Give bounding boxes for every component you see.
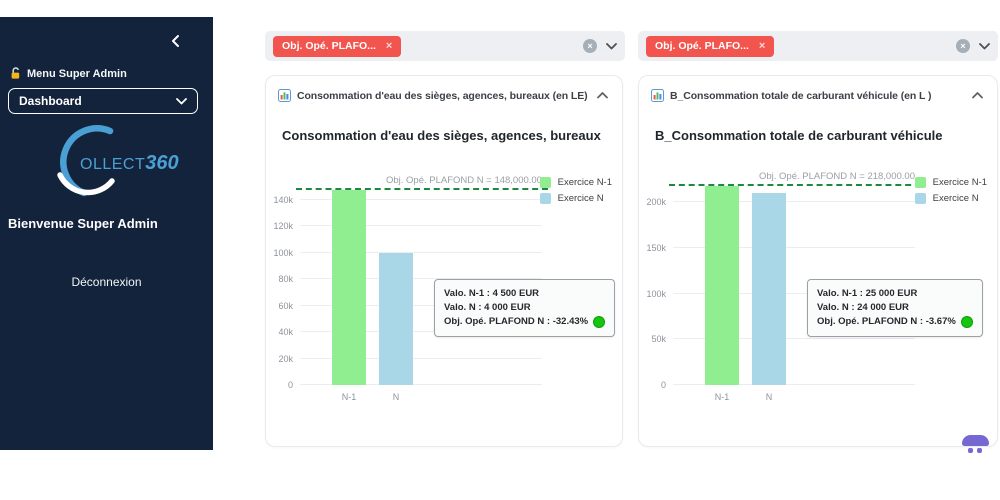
tooltip-line: Valo. N : 4 000 EUR [444,301,605,315]
remove-tag-icon[interactable]: × [386,40,392,52]
collapse-panel-icon[interactable] [597,92,608,99]
legend-item: Exercice N [915,193,987,204]
bar-chart: 0 50k 100k 150k 200k N-1 N Obj. Opé. PLAFOND N … [639,161,997,446]
y-axis-tick-label: 50k [651,334,666,344]
app-window: Menu Super Admin Dashboard OLLECT360 Bie… [0,0,1000,500]
clear-filter-icon[interactable]: × [956,39,970,53]
y-axis-tick-label: 150k [646,243,666,253]
collect360-logo: OLLECT360 [28,121,188,207]
y-axis-tick-label: 80k [278,274,293,284]
chevron-down-icon[interactable] [606,43,617,50]
legend-swatch [915,193,926,204]
chat-widget-button[interactable] [962,435,992,452]
logout-link[interactable]: Déconnexion [0,275,213,289]
widget-header: B_Consommation totale de carburant véhic… [639,76,997,102]
y-axis-tick-label: 200k [646,197,666,207]
threshold-label: Obj. Opé. PLAFOND N = 148,000.00 [386,175,542,186]
tooltip-status-line: Obj. Opé. PLAFOND N : -3.67% [817,315,973,329]
bar-N[interactable] [752,193,786,385]
y-axis-tick-label: 120k [273,221,293,231]
bar-chart-icon [651,89,664,102]
collapse-panel-icon[interactable] [972,92,983,99]
tooltip-status-text: Obj. Opé. PLAFOND N : -32.43% [444,315,588,329]
legend-label: Exercice N-1 [933,177,987,188]
chat-widget-dot [977,448,982,453]
widget-header-label: B_Consommation totale de carburant véhic… [670,90,931,102]
status-dot [961,316,973,328]
menu-section-header: Menu Super Admin [10,67,127,80]
x-axis-category-label: N-1 [705,392,739,402]
y-axis-tick-label: 0 [661,380,666,390]
bar-N-1[interactable] [332,190,366,386]
tooltip-line: Valo. N : 24 000 EUR [817,301,973,315]
chart-legend: Exercice N-1 Exercice N [915,177,987,204]
chart-tooltip: Valo. N-1 : 4 500 EURValo. N : 4 000 EUR… [434,279,615,337]
filter-tag: Obj. Opé. PLAFO... × [273,36,401,57]
legend-label: Exercice N [933,193,979,204]
chart-title: B_Consommation totale de carburant véhic… [655,128,983,143]
menu-section-label: Menu Super Admin [27,68,127,80]
tooltip-status-line: Obj. Opé. PLAFOND N : -32.43% [444,315,605,329]
x-axis-category-label: N [379,392,413,402]
dashboard-select[interactable]: Dashboard [8,88,198,114]
legend-swatch [540,193,551,204]
chart-widget-fuel: B_Consommation totale de carburant véhic… [638,75,998,447]
threshold-dashed-line [669,184,921,186]
threshold-dashed-line [296,188,548,190]
chat-widget-dot [968,448,973,453]
x-axis-category-label: N [752,392,786,402]
status-dot [593,316,605,328]
remove-tag-icon[interactable]: × [759,40,765,52]
chart-legend: Exercice N-1 Exercice N [540,177,612,204]
chart-tooltip: Valo. N-1 : 25 000 EURValo. N : 24 000 E… [807,279,983,337]
dashboard-select-value: Dashboard [19,94,82,108]
legend-item: Exercice N-1 [540,177,612,188]
y-axis-tick-label: 100k [273,248,293,258]
chart-widget-water: Consommation d'eau des sièges, agences, … [265,75,623,447]
y-axis-tick-label: 20k [278,354,293,364]
filter-select-right[interactable]: Obj. Opé. PLAFO... × × [638,31,998,61]
legend-label: Exercice N [558,193,604,204]
chat-widget-icon [962,435,989,446]
chevron-down-icon [176,98,187,105]
widget-header-label: Consommation d'eau des sièges, agences, … [297,90,588,102]
legend-item: Exercice N-1 [915,177,987,188]
logo-wordmark: OLLECT360 [80,152,179,175]
y-axis-tick-label: 60k [278,301,293,311]
bar-chart-icon [278,89,291,102]
legend-swatch [540,177,551,188]
threshold-label: Obj. Opé. PLAFOND N = 218,000.00 [759,171,915,182]
filter-select-left[interactable]: Obj. Opé. PLAFO... × × [265,31,625,61]
sidebar: Menu Super Admin Dashboard OLLECT360 Bie… [0,17,213,450]
bar-N[interactable] [379,253,413,385]
y-axis-tick-label: 0 [288,380,293,390]
clear-filter-icon[interactable]: × [583,39,597,53]
tooltip-status-text: Obj. Opé. PLAFOND N : -3.67% [817,315,956,329]
y-axis-tick-label: 100k [646,289,666,299]
y-axis-tick-label: 40k [278,327,293,337]
welcome-text: Bienvenue Super Admin [8,216,158,231]
widget-header: Consommation d'eau des sièges, agences, … [266,76,622,102]
tooltip-line: Valo. N-1 : 4 500 EUR [444,287,605,301]
legend-item: Exercice N [540,193,612,204]
bar-chart: 0 20k 40k 60k 80k 100k 120k 140k N-1 N Obj. Opé. P… [266,161,622,446]
chevron-down-icon[interactable] [979,43,990,50]
bar-N-1[interactable] [705,186,739,385]
plot-area: 020k40k60k80k100k120k140kN-1NObj. Opé. P… [300,171,542,385]
legend-swatch [915,177,926,188]
tooltip-line: Valo. N-1 : 25 000 EUR [817,287,973,301]
chart-title: Consommation d'eau des sièges, agences, … [282,128,608,143]
legend-label: Exercice N-1 [558,177,612,188]
plot-area: 050k100k150k200kN-1NObj. Opé. PLAFOND N … [673,171,915,385]
filter-tag-label: Obj. Opé. PLAFO... [655,40,749,52]
x-axis-category-label: N-1 [332,392,366,402]
sidebar-collapse-icon[interactable] [169,34,183,48]
filter-tag: Obj. Opé. PLAFO... × [646,36,774,57]
lock-icon [10,67,22,80]
y-axis-tick-label: 140k [273,195,293,205]
filter-tag-label: Obj. Opé. PLAFO... [282,40,376,52]
